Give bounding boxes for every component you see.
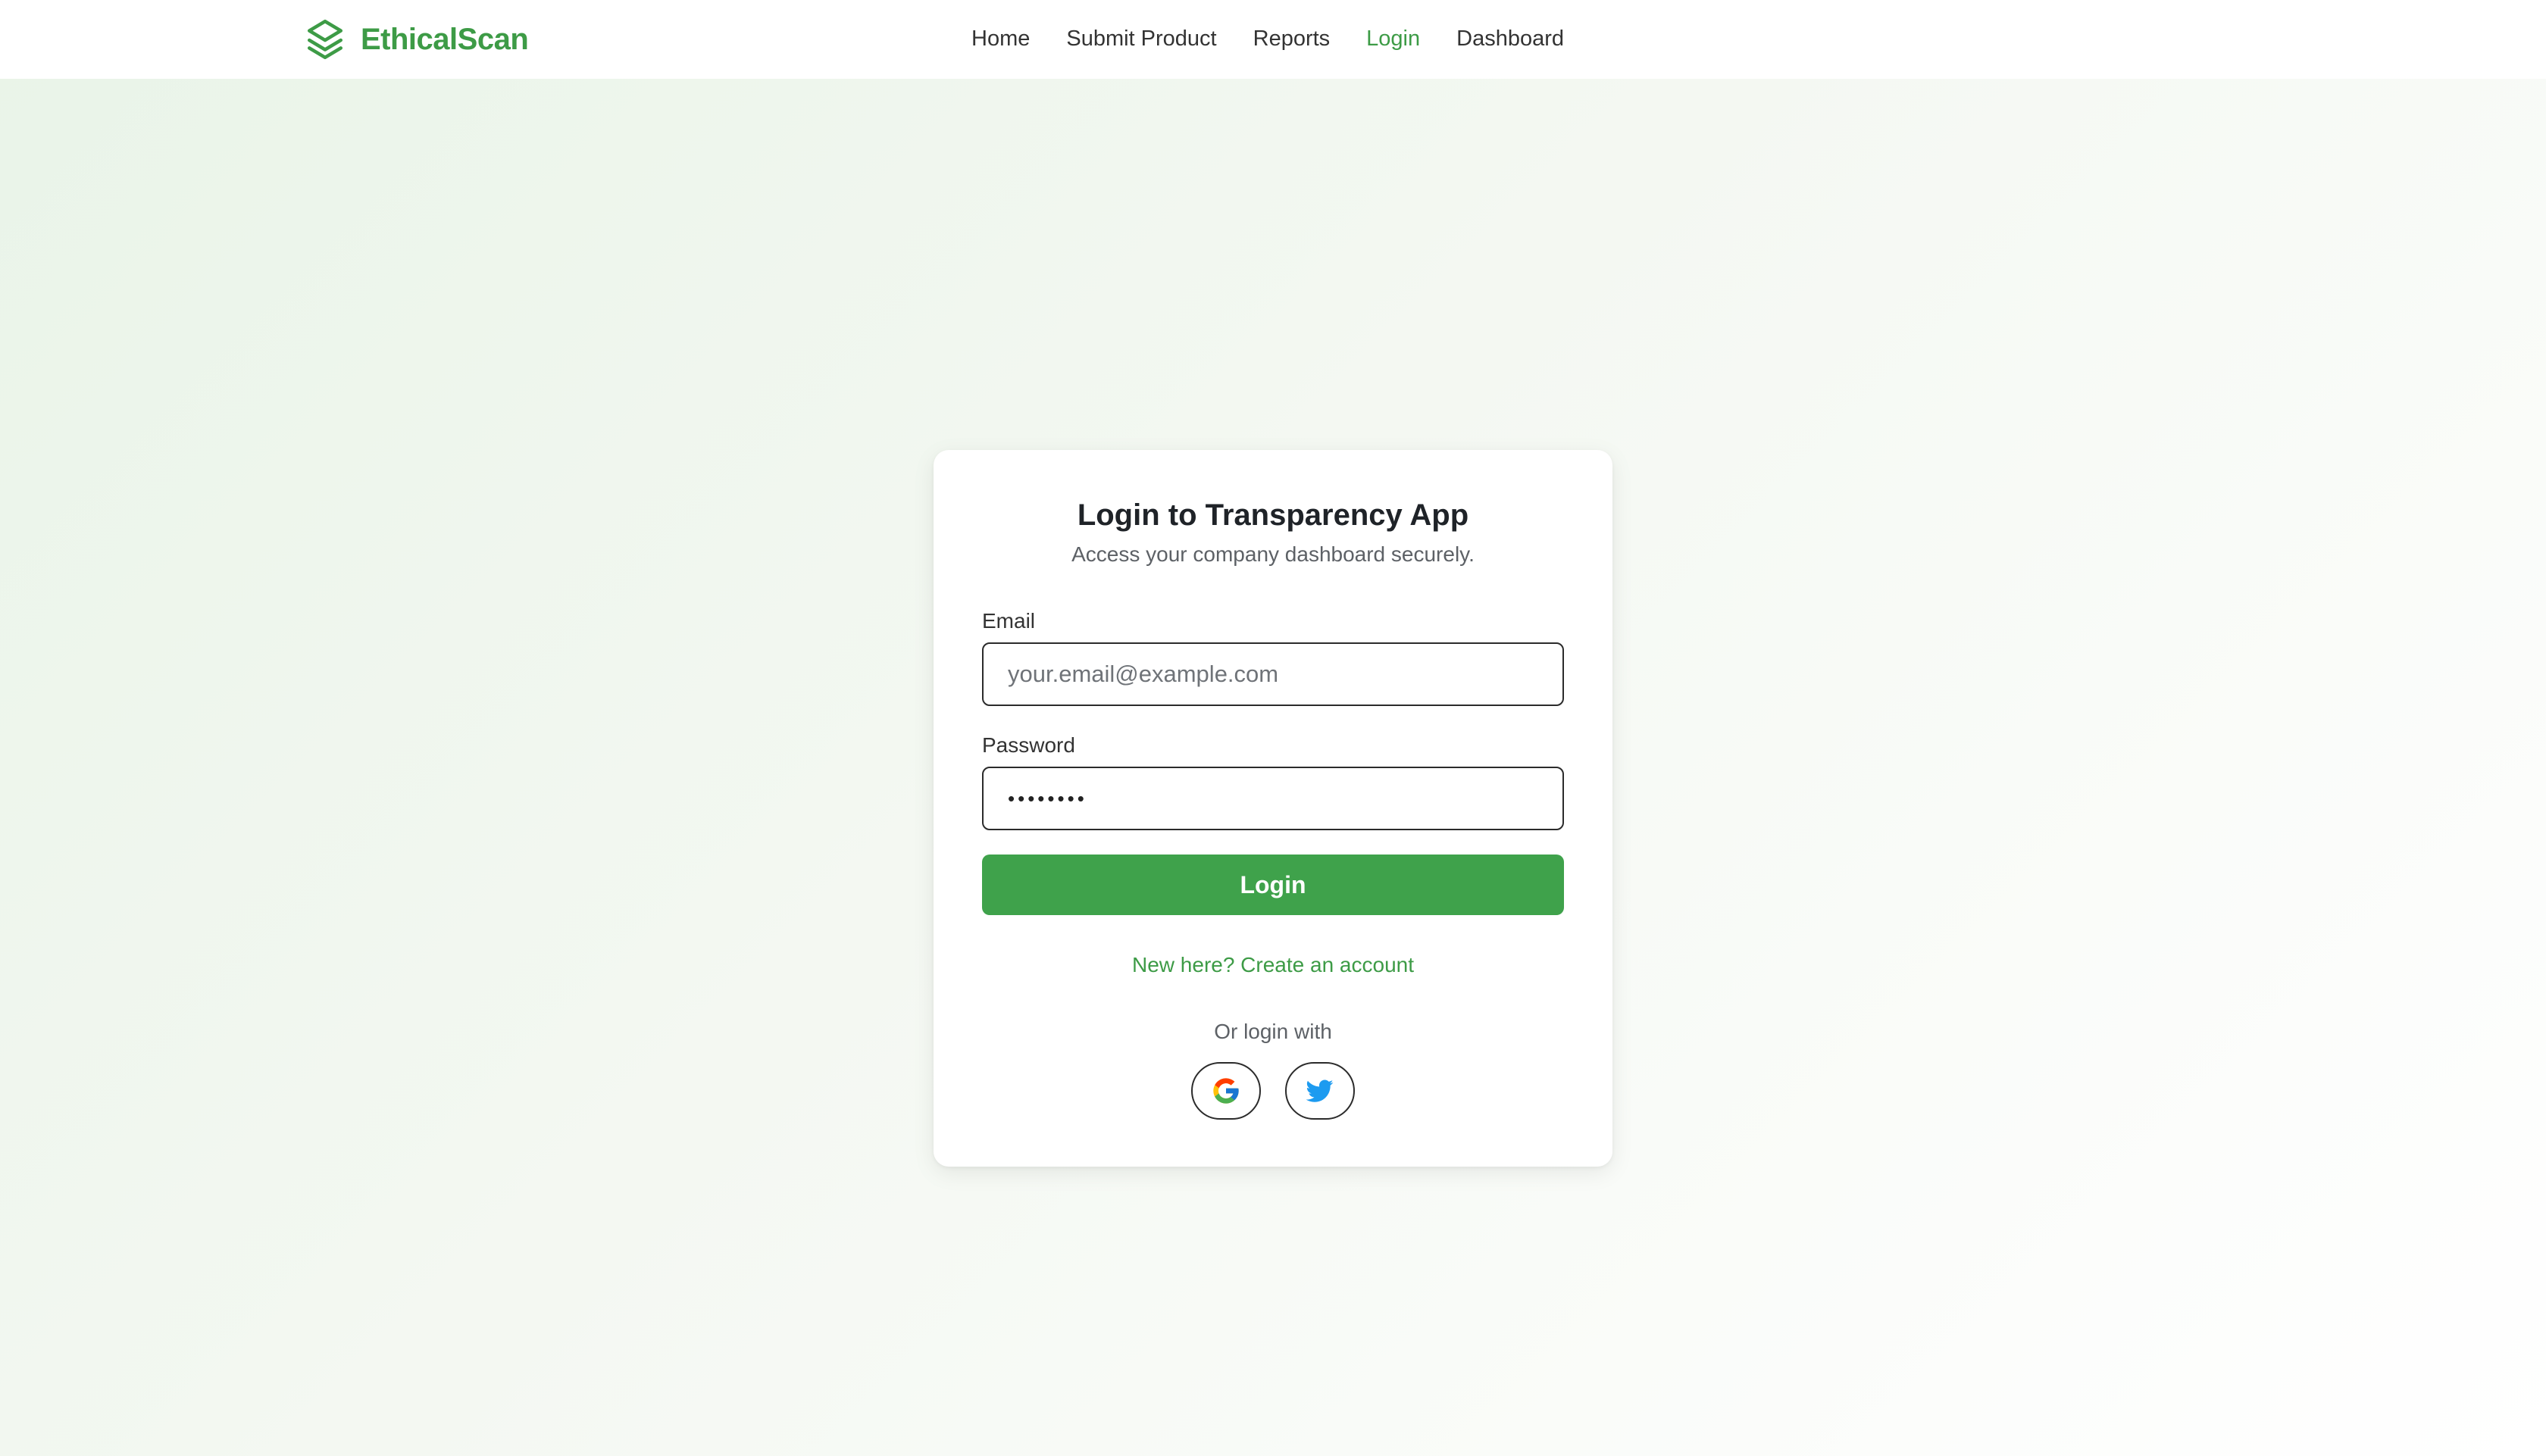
login-title: Login to Transparency App (1077, 498, 1469, 532)
nav-link-login[interactable]: Login (1366, 27, 1420, 52)
login-button[interactable]: Login (982, 855, 1564, 915)
password-label: Password (982, 733, 1075, 757)
main-nav: Home Submit Product Reports Login Dashbo… (971, 20, 1564, 58)
layers-icon (307, 19, 343, 60)
twitter-login-button[interactable] (1285, 1062, 1355, 1120)
login-card: Login to Transparency App Access your co… (934, 450, 1612, 1167)
nav-link-submit-product[interactable]: Submit Product (1066, 27, 1216, 52)
top-navbar: EthicalScan Home Submit Product Reports … (0, 0, 2546, 79)
twitter-icon (1306, 1080, 1334, 1102)
google-login-button[interactable] (1191, 1062, 1261, 1120)
google-icon (1213, 1078, 1239, 1104)
create-account-link[interactable]: New here? Create an account (934, 953, 1612, 977)
nav-link-reports[interactable]: Reports (1253, 27, 1331, 52)
login-subtitle: Access your company dashboard securely. (1071, 542, 1475, 566)
brand-logo-link[interactable]: EthicalScan (306, 17, 529, 62)
social-login-prompt: Or login with (1214, 1020, 1332, 1043)
password-input[interactable] (982, 767, 1564, 830)
nav-link-home[interactable]: Home (971, 27, 1030, 52)
email-input[interactable] (982, 642, 1564, 706)
nav-link-dashboard[interactable]: Dashboard (1456, 27, 1564, 52)
email-label: Email (982, 609, 1036, 633)
brand-name: EthicalScan (361, 22, 529, 56)
